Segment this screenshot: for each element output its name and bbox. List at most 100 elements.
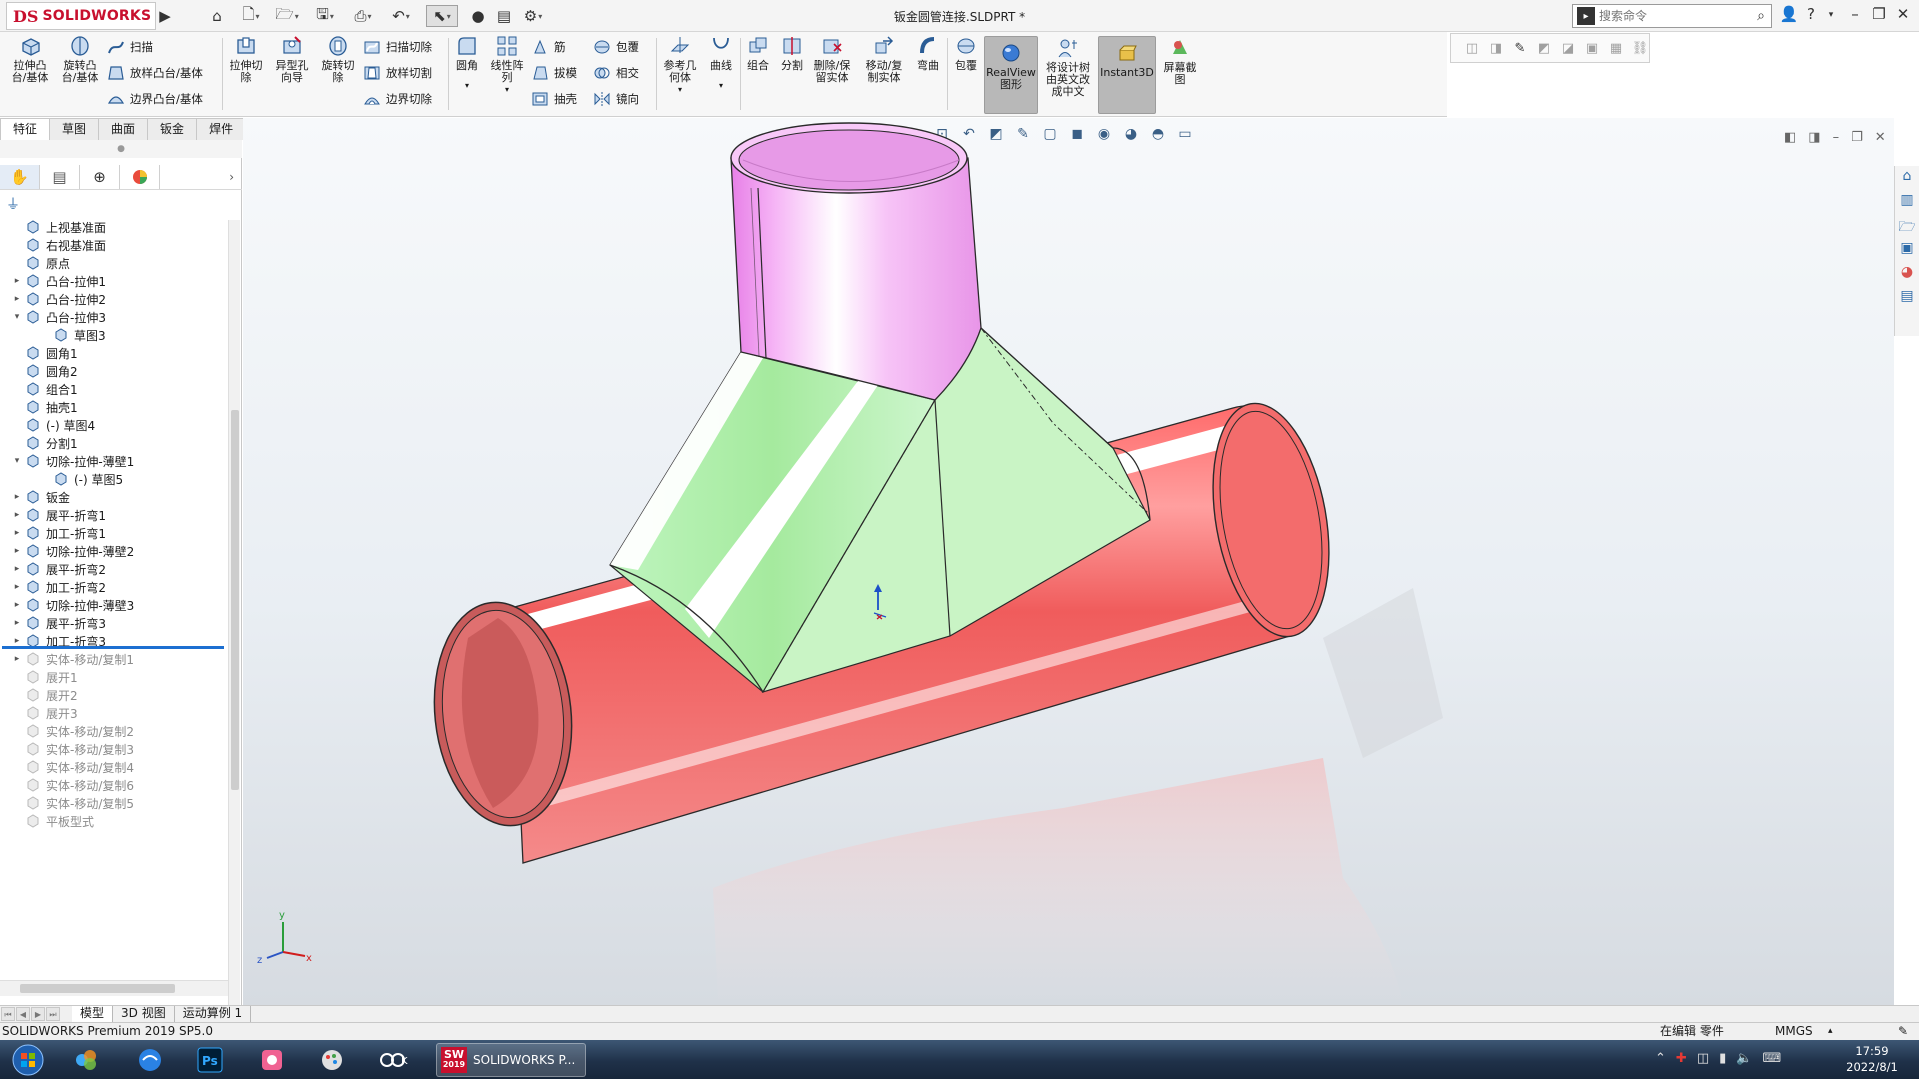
windows-start-icon[interactable]	[4, 1043, 52, 1077]
file-properties-icon[interactable]: ▤	[494, 5, 514, 27]
print-icon[interactable]: ⎙ ▾	[348, 5, 378, 27]
home-icon[interactable]: ⌂	[206, 5, 228, 27]
solidworks-logo[interactable]: DS SOLIDWORKS	[6, 2, 156, 30]
tab-0[interactable]: 特征	[0, 118, 51, 140]
viewport-tile-left-icon[interactable]: ◧	[1784, 130, 1796, 145]
search-input[interactable]	[1599, 9, 1729, 23]
expand-arrow-icon[interactable]: ▸	[10, 492, 24, 502]
intersect-button[interactable]: 相交	[592, 62, 639, 84]
model-tab-0[interactable]: 模型	[72, 1006, 114, 1022]
flex-button[interactable]: 弯曲	[912, 34, 944, 72]
tree-horizontal-scrollbar[interactable]	[0, 980, 228, 996]
file-explorer-icon[interactable]: 🗁	[1896, 216, 1918, 238]
command-search[interactable]: ▸ ⌕	[1572, 4, 1772, 28]
custom-properties-icon[interactable]: ▤	[1896, 288, 1918, 310]
tray-cad-icon[interactable]: ✚	[1676, 1051, 1687, 1066]
viewport-minimize-icon[interactable]: –	[1833, 130, 1840, 145]
tab-4[interactable]: 焊件	[196, 118, 247, 140]
panel-tabs-expand-icon[interactable]: ›	[229, 170, 234, 184]
draft-button[interactable]: 拔模	[530, 62, 577, 84]
graphics-area[interactable]: ⟂ ⌕ ⊡ ↶ ◩ ✎ ▢ ◼ ◉ ◕ ◓ ▭	[243, 118, 1894, 1005]
new-document-icon[interactable]: 🗋 ▾	[236, 5, 266, 27]
boundary-cut-button[interactable]: 边界切除	[362, 88, 432, 110]
photoshop-icon[interactable]: Ps	[190, 1043, 230, 1077]
curves-button[interactable]: 曲线 ▾	[704, 34, 738, 92]
expand-arrow-icon[interactable]: ▸	[10, 546, 24, 556]
boundary-boss-button[interactable]: 边界凸台/基体	[106, 88, 203, 110]
linear-pattern-dropdown-icon[interactable]: ▾	[505, 84, 509, 96]
toolbar-icon-7[interactable]: ▦	[1607, 39, 1625, 57]
expand-arrow-icon[interactable]: ▸	[10, 636, 24, 646]
panel-grip[interactable]: ●	[0, 140, 242, 158]
screen-capture-button[interactable]: 屏幕截 图	[1160, 36, 1200, 86]
combine-button[interactable]: 组合	[742, 34, 774, 72]
expand-arrow-icon[interactable]: ▸	[10, 564, 24, 574]
expand-arrow-icon[interactable]: ▸	[10, 294, 24, 304]
view-palette-icon[interactable]: ▣	[1896, 240, 1918, 262]
toolbar-icon-8[interactable]: ⛓	[1631, 39, 1649, 57]
customize-status-icon[interactable]: ✎	[1898, 1023, 1908, 1040]
taskbar-clock[interactable]: 17:59 2022/8/1	[1832, 1043, 1912, 1075]
split-button[interactable]: 分割	[776, 34, 808, 72]
property-manager-tab-icon[interactable]: ▤	[40, 164, 80, 189]
extrude-cut-button[interactable]: 拉伸切 除	[224, 34, 268, 84]
toolbar-icon-6[interactable]: ▣	[1583, 39, 1601, 57]
rebuild-traffic-light-icon[interactable]: ●	[468, 5, 488, 27]
wrap-big-button[interactable]: 包覆	[950, 34, 982, 72]
search-magnifier-icon[interactable]: ⌕	[1757, 8, 1765, 24]
toolbar-icon-4[interactable]: ◩	[1535, 39, 1553, 57]
design-library-icon[interactable]: ▥	[1896, 192, 1918, 214]
tray-chevron-icon[interactable]: ⌃	[1655, 1051, 1666, 1066]
move-copy-body-button[interactable]: 移动/复 制实体	[862, 34, 906, 84]
help-dropdown-icon[interactable]: ▾	[1820, 10, 1842, 20]
fillet-dropdown-icon[interactable]: ▾	[465, 80, 469, 92]
loft-boss-button[interactable]: 放样凸台/基体	[106, 62, 203, 84]
tray-volume-icon[interactable]: 🔈	[1736, 1051, 1752, 1066]
reference-geometry-button[interactable]: 参考几 何体 ▾	[658, 34, 702, 96]
viewport-close-icon[interactable]: ✕	[1875, 130, 1886, 145]
revolve-cut-button[interactable]: 旋转切 除	[316, 34, 360, 84]
scroll-thumb[interactable]	[20, 984, 175, 993]
tab-3[interactable]: 钣金	[147, 118, 198, 140]
tab-1[interactable]: 草图	[49, 118, 100, 140]
prev-tab-icon[interactable]: ◀	[16, 1007, 30, 1021]
toolbar-icon-5[interactable]: ◪	[1559, 39, 1577, 57]
select-pointer-icon[interactable]: ⬉ ▾	[426, 5, 458, 27]
restore-icon[interactable]: ❐	[1868, 5, 1890, 23]
minimize-icon[interactable]: –	[1844, 5, 1866, 23]
expand-arrow-icon[interactable]: ▸	[10, 528, 24, 538]
curves-dropdown-icon[interactable]: ▾	[719, 80, 723, 92]
tray-ime-icon[interactable]: ⌨	[1762, 1051, 1781, 1066]
translate-tree-button[interactable]: 将设计树 由英文改 成中文	[1042, 36, 1094, 98]
appearances-icon[interactable]: ◕	[1896, 264, 1918, 286]
model-tab-2[interactable]: 运动算例 1	[175, 1006, 252, 1022]
rollback-bar[interactable]	[2, 646, 224, 649]
expand-arrow-icon[interactable]: ▸	[10, 654, 24, 664]
open-folder-icon[interactable]: 🗁 ▾	[272, 5, 302, 27]
last-tab-icon[interactable]: ⏭	[46, 1007, 60, 1021]
options-gear-icon[interactable]: ⚙ ▾	[518, 5, 548, 27]
browser-icon[interactable]	[130, 1043, 170, 1077]
next-tab-icon[interactable]: ▶	[31, 1007, 45, 1021]
tab-2[interactable]: 曲面	[98, 118, 149, 140]
expand-arrow-icon[interactable]: ▾	[10, 456, 24, 466]
tray-network-icon[interactable]: ▮	[1719, 1051, 1726, 1066]
wrap-button[interactable]: 包覆	[592, 36, 639, 58]
expand-arrow-icon[interactable]: ▸	[10, 618, 24, 628]
viewport-restore-icon[interactable]: ❐	[1851, 130, 1863, 145]
user-account-icon[interactable]: 👤	[1778, 5, 1800, 23]
viewport-tile-right-icon[interactable]: ◨	[1808, 130, 1820, 145]
loft-cut-button[interactable]: 放样切割	[362, 62, 432, 84]
save-icon[interactable]: 🖫 ▾	[310, 5, 340, 27]
sweep-button[interactable]: 扫描	[106, 36, 153, 58]
expand-arrow-icon[interactable]: ▾	[10, 312, 24, 322]
menu-expand-arrow-icon[interactable]: ▶	[158, 5, 172, 27]
feature-manager-tab-icon[interactable]: ✋	[0, 164, 40, 189]
help-icon[interactable]: ?	[1800, 5, 1822, 23]
rib-button[interactable]: 筋	[530, 36, 566, 58]
shell-button[interactable]: 抽壳	[530, 88, 577, 110]
scroll-thumb[interactable]	[231, 410, 239, 790]
fillet-button[interactable]: 圆角 ▾	[450, 34, 484, 92]
tray-app-icon[interactable]: ◫	[1697, 1051, 1709, 1066]
delete-keep-body-button[interactable]: 删除/保 留实体	[810, 34, 854, 84]
